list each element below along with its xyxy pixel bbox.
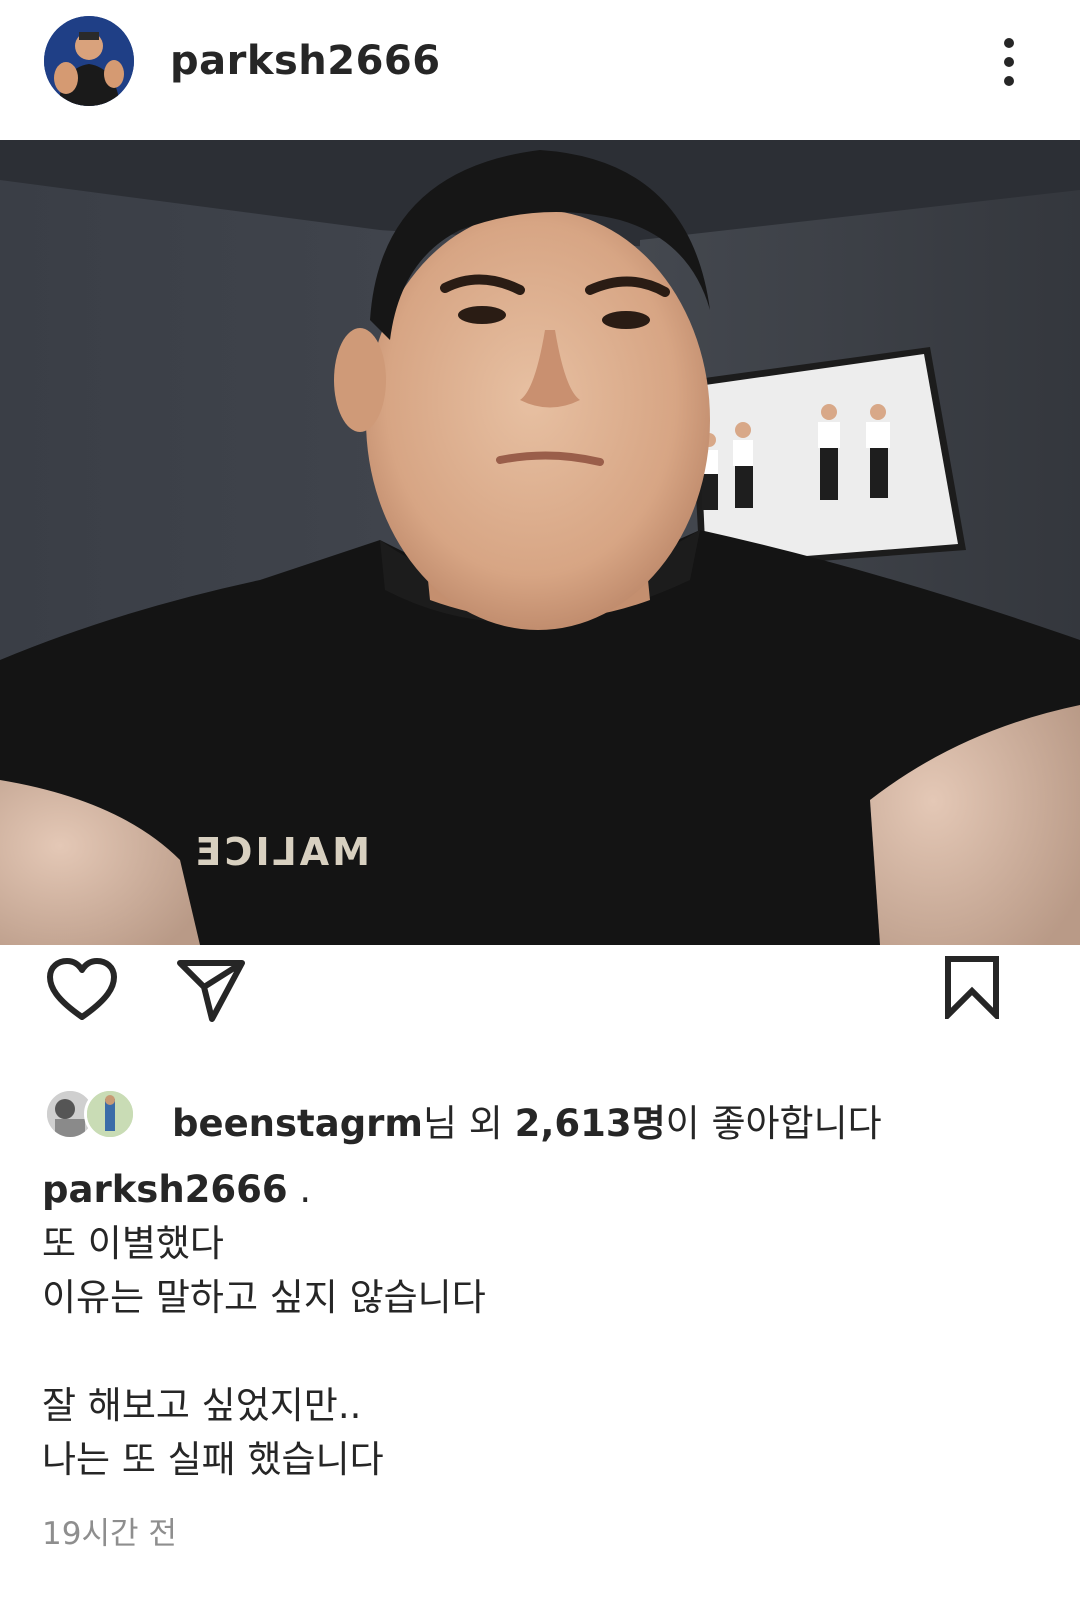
caption-username[interactable]: parksh2666: [42, 1168, 288, 1211]
likes-text: beenstagrm님 외 2,613명이 좋아합니다: [172, 1093, 882, 1147]
likes-suffix: 님 외: [422, 1102, 515, 1145]
caption-first-line: .: [287, 1168, 312, 1211]
post-username[interactable]: parksh2666: [170, 38, 441, 84]
likes-summary[interactable]: beenstagrm님 외 2,613명이 좋아합니다: [44, 1085, 1044, 1145]
post-timestamp: 19시간 전: [42, 1516, 177, 1552]
post-photo[interactable]: MALICE: [0, 140, 1080, 945]
liker-avatar[interactable]: [84, 1088, 136, 1140]
heart-icon[interactable]: [46, 957, 118, 1027]
shirt-logo-text: MALICE: [193, 830, 370, 874]
post-header: parksh2666: [0, 0, 1080, 140]
liker-username[interactable]: beenstagrm: [172, 1102, 423, 1145]
likes-count[interactable]: 2,613명: [515, 1102, 666, 1145]
more-vertical-icon[interactable]: [998, 36, 1022, 88]
caption-line: [42, 1325, 1042, 1379]
profile-avatar[interactable]: [44, 16, 134, 106]
caption-line: 잘 해보고 싶었지만..: [42, 1384, 362, 1427]
bookmark-icon[interactable]: [944, 955, 1000, 1023]
likes-tail: 이 좋아합니다: [665, 1102, 882, 1145]
caption-line: 나는 또 실패 했습니다: [42, 1438, 384, 1481]
post-caption: parksh2666 . 또 이별했다 이유는 말하고 싶지 않습니다 잘 해보…: [42, 1163, 1042, 1487]
caption-line: 또 이별했다: [42, 1222, 224, 1265]
send-icon[interactable]: [176, 957, 246, 1027]
caption-line: 이유는 말하고 싶지 않습니다: [42, 1276, 486, 1319]
action-bar: [0, 945, 1080, 1055]
